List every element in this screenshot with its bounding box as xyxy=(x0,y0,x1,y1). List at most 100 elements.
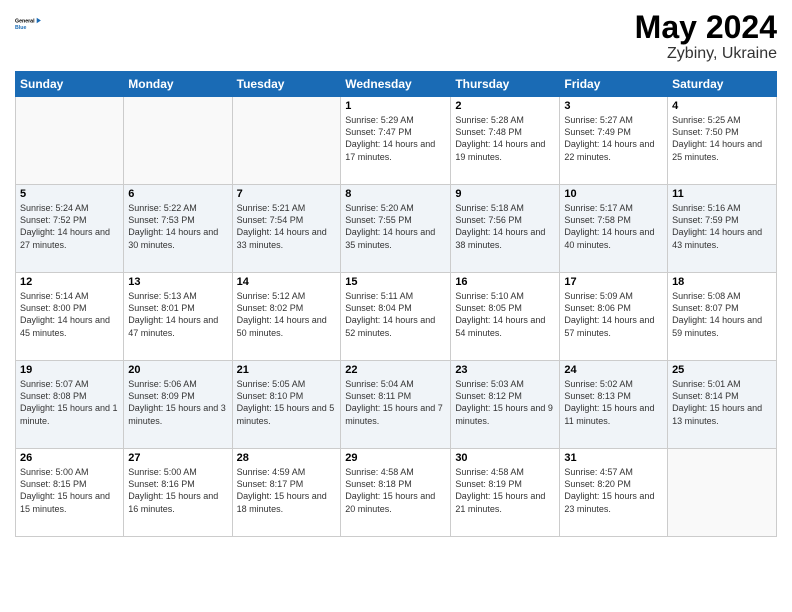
day-number: 1 xyxy=(345,100,446,112)
table-row: 1 Sunrise: 5:29 AMSunset: 7:47 PMDaylight… xyxy=(341,97,451,185)
table-row: 10Sunrise: 5:17 AMSunset: 7:58 PMDayligh… xyxy=(560,185,668,273)
calendar-header-row: Sunday Monday Tuesday Wednesday Thursday… xyxy=(16,72,777,97)
day-number: 26 xyxy=(20,452,119,464)
day-number: 5 xyxy=(20,188,119,200)
col-sunday: Sunday xyxy=(16,72,124,97)
cell-info: Sunrise: 5:04 AMSunset: 8:11 PMDaylight:… xyxy=(345,378,446,427)
day-number: 9 xyxy=(455,188,555,200)
col-thursday: Thursday xyxy=(451,72,560,97)
col-friday: Friday xyxy=(560,72,668,97)
table-row: 22 Sunrise: 5:04 AMSunset: 8:11 PMDayligh… xyxy=(341,361,451,449)
table-row: 30Sunrise: 4:58 AMSunset: 8:19 PMDayligh… xyxy=(451,449,560,537)
cell-info: Sunrise: 5:16 AMSunset: 7:59 PMDaylight:… xyxy=(672,202,772,251)
table-row: 14Sunrise: 5:12 AMSunset: 8:02 PMDayligh… xyxy=(232,273,341,361)
day-number: 3 xyxy=(564,100,663,112)
calendar-week-row-3: 19Sunrise: 5:07 AMSunset: 8:08 PMDayligh… xyxy=(16,361,777,449)
calendar-table: Sunday Monday Tuesday Wednesday Thursday… xyxy=(15,71,777,537)
table-row: 15Sunrise: 5:11 AMSunset: 8:04 PMDayligh… xyxy=(341,273,451,361)
day-number: 17 xyxy=(564,276,663,288)
table-row: 16Sunrise: 5:10 AMSunset: 8:05 PMDayligh… xyxy=(451,273,560,361)
generalblue-logo-icon: GeneralBlue xyxy=(15,10,43,38)
cell-info: Sunrise: 5:10 AMSunset: 8:05 PMDaylight:… xyxy=(455,290,555,339)
day-number: 13 xyxy=(128,276,227,288)
location: Zybiny, Ukraine xyxy=(635,45,777,63)
cell-info: Sunrise: 5:18 AMSunset: 7:56 PMDaylight:… xyxy=(455,202,555,251)
table-row: 19Sunrise: 5:07 AMSunset: 8:08 PMDayligh… xyxy=(16,361,124,449)
cell-info: Sunrise: 5:09 AMSunset: 8:06 PMDaylight:… xyxy=(564,290,663,339)
cell-info: Sunrise: 5:08 AMSunset: 8:07 PMDaylight:… xyxy=(672,290,772,339)
day-number: 15 xyxy=(345,276,446,288)
svg-text:General: General xyxy=(15,19,35,25)
day-number: 28 xyxy=(237,452,337,464)
table-row: 11 Sunrise: 5:16 AMSunset: 7:59 PMDayligh… xyxy=(668,185,777,273)
cell-info: Sunrise: 5:07 AMSunset: 8:08 PMDaylight:… xyxy=(20,378,119,427)
table-row: 20 Sunrise: 5:06 AMSunset: 8:09 PMDayligh… xyxy=(124,361,232,449)
day-number: 25 xyxy=(672,364,772,376)
cell-info: Sunrise: 5:00 AMSunset: 8:16 PMDaylight:… xyxy=(128,466,227,515)
table-row: 2 Sunrise: 5:28 AMSunset: 7:48 PMDaylight… xyxy=(451,97,560,185)
table-row: 3 Sunrise: 5:27 AMSunset: 7:49 PMDaylight… xyxy=(560,97,668,185)
cell-info: Sunrise: 5:27 AMSunset: 7:49 PMDaylight:… xyxy=(564,114,663,163)
cell-info: Sunrise: 4:57 AMSunset: 8:20 PMDaylight:… xyxy=(564,466,663,515)
cell-info: Sunrise: 5:25 AMSunset: 7:50 PMDaylight:… xyxy=(672,114,772,163)
table-row: 13 Sunrise: 5:13 AMSunset: 8:01 PMDayligh… xyxy=(124,273,232,361)
table-row: 23 Sunrise: 5:03 AMSunset: 8:12 PMDayligh… xyxy=(451,361,560,449)
cell-info: Sunrise: 5:05 AMSunset: 8:10 PMDaylight:… xyxy=(237,378,337,427)
table-row: 21 Sunrise: 5:05 AMSunset: 8:10 PMDayligh… xyxy=(232,361,341,449)
day-number: 11 xyxy=(672,188,772,200)
day-number: 2 xyxy=(455,100,555,112)
cell-info: Sunrise: 5:13 AMSunset: 8:01 PMDaylight:… xyxy=(128,290,227,339)
calendar-week-row-1: 5 Sunrise: 5:24 AMSunset: 7:52 PMDaylight… xyxy=(16,185,777,273)
cell-info: Sunrise: 5:28 AMSunset: 7:48 PMDaylight:… xyxy=(455,114,555,163)
table-row: 17 Sunrise: 5:09 AMSunset: 8:06 PMDayligh… xyxy=(560,273,668,361)
cell-info: Sunrise: 5:03 AMSunset: 8:12 PMDaylight:… xyxy=(455,378,555,427)
cell-info: Sunrise: 5:22 AMSunset: 7:53 PMDaylight:… xyxy=(128,202,227,251)
table-row: 28Sunrise: 4:59 AMSunset: 8:17 PMDayligh… xyxy=(232,449,341,537)
day-number: 29 xyxy=(345,452,446,464)
table-row xyxy=(232,97,341,185)
cell-info: Sunrise: 5:01 AMSunset: 8:14 PMDaylight:… xyxy=(672,378,772,427)
col-monday: Monday xyxy=(124,72,232,97)
col-tuesday: Tuesday xyxy=(232,72,341,97)
calendar-week-row-4: 26 Sunrise: 5:00 AMSunset: 8:15 PMDayligh… xyxy=(16,449,777,537)
cell-info: Sunrise: 5:24 AMSunset: 7:52 PMDaylight:… xyxy=(20,202,119,251)
day-number: 24 xyxy=(564,364,663,376)
table-row: 12Sunrise: 5:14 AMSunset: 8:00 PMDayligh… xyxy=(16,273,124,361)
table-row: 5 Sunrise: 5:24 AMSunset: 7:52 PMDaylight… xyxy=(16,185,124,273)
page: GeneralBlue May 2024 Zybiny, Ukraine Sun… xyxy=(0,0,792,612)
table-row: 29 Sunrise: 4:58 AMSunset: 8:18 PMDayligh… xyxy=(341,449,451,537)
day-number: 31 xyxy=(564,452,663,464)
table-row: 6Sunrise: 5:22 AMSunset: 7:53 PMDaylight… xyxy=(124,185,232,273)
month-year: May 2024 xyxy=(635,10,777,45)
table-row: 31 Sunrise: 4:57 AMSunset: 8:20 PMDayligh… xyxy=(560,449,668,537)
table-row: 18 Sunrise: 5:08 AMSunset: 8:07 PMDayligh… xyxy=(668,273,777,361)
cell-info: Sunrise: 5:02 AMSunset: 8:13 PMDaylight:… xyxy=(564,378,663,427)
table-row: 7Sunrise: 5:21 AMSunset: 7:54 PMDaylight… xyxy=(232,185,341,273)
cell-info: Sunrise: 4:58 AMSunset: 8:19 PMDaylight:… xyxy=(455,466,555,515)
table-row: 8 Sunrise: 5:20 AMSunset: 7:55 PMDaylight… xyxy=(341,185,451,273)
day-number: 14 xyxy=(237,276,337,288)
day-number: 12 xyxy=(20,276,119,288)
cell-info: Sunrise: 5:20 AMSunset: 7:55 PMDaylight:… xyxy=(345,202,446,251)
table-row: 27 Sunrise: 5:00 AMSunset: 8:16 PMDayligh… xyxy=(124,449,232,537)
table-row: 9 Sunrise: 5:18 AMSunset: 7:56 PMDaylight… xyxy=(451,185,560,273)
day-number: 8 xyxy=(345,188,446,200)
cell-info: Sunrise: 5:29 AMSunset: 7:47 PMDaylight:… xyxy=(345,114,446,163)
cell-info: Sunrise: 5:00 AMSunset: 8:15 PMDaylight:… xyxy=(20,466,119,515)
day-number: 18 xyxy=(672,276,772,288)
table-row: 24 Sunrise: 5:02 AMSunset: 8:13 PMDayligh… xyxy=(560,361,668,449)
title-block: May 2024 Zybiny, Ukraine xyxy=(635,10,777,63)
cell-info: Sunrise: 4:58 AMSunset: 8:18 PMDaylight:… xyxy=(345,466,446,515)
table-row: 25 Sunrise: 5:01 AMSunset: 8:14 PMDayligh… xyxy=(668,361,777,449)
day-number: 23 xyxy=(455,364,555,376)
logo: GeneralBlue xyxy=(15,10,43,38)
day-number: 22 xyxy=(345,364,446,376)
calendar-week-row-2: 12Sunrise: 5:14 AMSunset: 8:00 PMDayligh… xyxy=(16,273,777,361)
cell-info: Sunrise: 5:06 AMSunset: 8:09 PMDaylight:… xyxy=(128,378,227,427)
day-number: 21 xyxy=(237,364,337,376)
day-number: 4 xyxy=(672,100,772,112)
col-wednesday: Wednesday xyxy=(341,72,451,97)
day-number: 20 xyxy=(128,364,227,376)
table-row: 4 Sunrise: 5:25 AMSunset: 7:50 PMDaylight… xyxy=(668,97,777,185)
day-number: 27 xyxy=(128,452,227,464)
